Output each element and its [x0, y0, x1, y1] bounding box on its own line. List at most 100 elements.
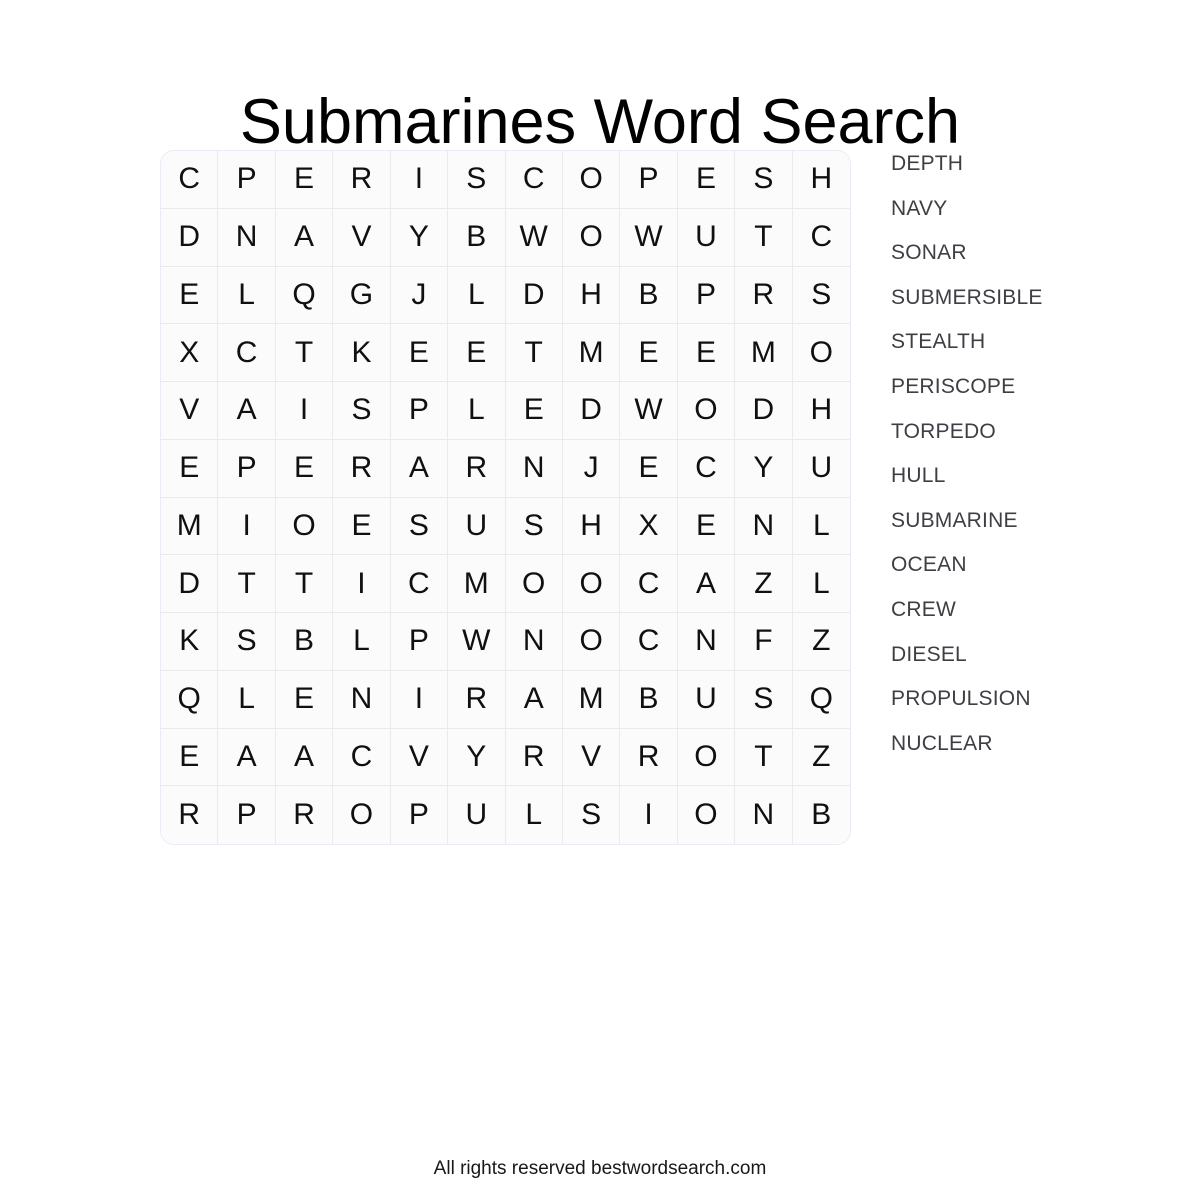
- grid-cell[interactable]: M: [161, 497, 219, 556]
- grid-cell[interactable]: R: [161, 786, 219, 844]
- grid-cell[interactable]: B: [620, 670, 678, 729]
- grid-cell[interactable]: U: [677, 670, 736, 729]
- word-list-item[interactable]: HULL: [891, 464, 1171, 509]
- grid-cell[interactable]: I: [390, 151, 449, 209]
- grid-cell[interactable]: P: [218, 439, 276, 498]
- grid-cell[interactable]: W: [620, 208, 678, 267]
- grid-cell[interactable]: E: [448, 324, 506, 382]
- grid-cell[interactable]: E: [677, 324, 736, 382]
- grid-cell[interactable]: L: [792, 555, 850, 613]
- grid-cell[interactable]: E: [620, 439, 678, 498]
- grid-cell[interactable]: M: [562, 670, 621, 729]
- grid-cell[interactable]: R: [735, 266, 793, 325]
- grid-cell[interactable]: R: [620, 728, 678, 787]
- grid-cell[interactable]: P: [390, 382, 449, 440]
- grid-cell[interactable]: A: [275, 728, 334, 787]
- grid-cell[interactable]: M: [562, 324, 621, 382]
- word-list-item[interactable]: SONAR: [891, 241, 1171, 286]
- grid-cell[interactable]: C: [792, 208, 850, 267]
- grid-cell[interactable]: N: [677, 613, 736, 671]
- grid-cell[interactable]: Y: [448, 728, 506, 787]
- grid-cell[interactable]: P: [390, 613, 449, 671]
- grid-cell[interactable]: A: [505, 670, 563, 729]
- grid-cell[interactable]: O: [677, 382, 736, 440]
- grid-cell[interactable]: B: [792, 786, 850, 844]
- grid-cell[interactable]: C: [677, 439, 736, 498]
- grid-cell[interactable]: G: [333, 266, 391, 325]
- grid-cell[interactable]: C: [161, 151, 219, 209]
- grid-cell[interactable]: J: [390, 266, 449, 325]
- grid-cell[interactable]: E: [161, 439, 219, 498]
- grid-cell[interactable]: L: [792, 497, 850, 556]
- grid-cell[interactable]: L: [333, 613, 391, 671]
- grid-cell[interactable]: T: [735, 208, 793, 267]
- word-list-item[interactable]: NAVY: [891, 197, 1171, 242]
- grid-cell[interactable]: L: [448, 382, 506, 440]
- grid-cell[interactable]: I: [390, 670, 449, 729]
- grid-cell[interactable]: R: [275, 786, 334, 844]
- grid-cell[interactable]: O: [505, 555, 563, 613]
- grid-cell[interactable]: A: [218, 382, 276, 440]
- grid-cell[interactable]: H: [792, 382, 850, 440]
- word-list-item[interactable]: PERISCOPE: [891, 375, 1171, 420]
- grid-cell[interactable]: S: [333, 382, 391, 440]
- grid-cell[interactable]: N: [505, 613, 563, 671]
- grid-cell[interactable]: P: [390, 786, 449, 844]
- grid-cell[interactable]: W: [620, 382, 678, 440]
- grid-cell[interactable]: V: [390, 728, 449, 787]
- grid-cell[interactable]: E: [390, 324, 449, 382]
- grid-cell[interactable]: C: [620, 613, 678, 671]
- grid-cell[interactable]: O: [562, 151, 621, 209]
- grid-cell[interactable]: O: [562, 208, 621, 267]
- grid-cell[interactable]: M: [448, 555, 506, 613]
- grid-cell[interactable]: S: [792, 266, 850, 325]
- word-list-item[interactable]: PROPULSION: [891, 687, 1171, 732]
- grid-cell[interactable]: E: [275, 439, 334, 498]
- grid-cell[interactable]: H: [562, 497, 621, 556]
- grid-cell[interactable]: S: [562, 786, 621, 844]
- grid-cell[interactable]: L: [505, 786, 563, 844]
- grid-cell[interactable]: J: [562, 439, 621, 498]
- grid-cell[interactable]: O: [562, 555, 621, 613]
- grid-cell[interactable]: S: [735, 670, 793, 729]
- grid-cell[interactable]: O: [677, 728, 736, 787]
- word-list-item[interactable]: SUBMARINE: [891, 509, 1171, 554]
- grid-cell[interactable]: U: [448, 497, 506, 556]
- grid-cell[interactable]: V: [333, 208, 391, 267]
- grid-cell[interactable]: E: [677, 497, 736, 556]
- word-list-item[interactable]: DEPTH: [891, 152, 1171, 197]
- grid-cell[interactable]: U: [792, 439, 850, 498]
- word-list-item[interactable]: NUCLEAR: [891, 732, 1171, 777]
- grid-cell[interactable]: Z: [792, 728, 850, 787]
- word-list-item[interactable]: OCEAN: [891, 553, 1171, 598]
- grid-cell[interactable]: H: [562, 266, 621, 325]
- grid-cell[interactable]: A: [677, 555, 736, 613]
- grid-cell[interactable]: H: [792, 151, 850, 209]
- grid-cell[interactable]: P: [218, 786, 276, 844]
- grid-cell[interactable]: Z: [792, 613, 850, 671]
- grid-cell[interactable]: K: [161, 613, 219, 671]
- grid-cell[interactable]: E: [333, 497, 391, 556]
- grid-cell[interactable]: Q: [792, 670, 850, 729]
- grid-cell[interactable]: S: [735, 151, 793, 209]
- grid-cell[interactable]: C: [505, 151, 563, 209]
- grid-cell[interactable]: I: [218, 497, 276, 556]
- grid-cell[interactable]: R: [333, 151, 391, 209]
- grid-cell[interactable]: V: [161, 382, 219, 440]
- grid-cell[interactable]: R: [448, 670, 506, 729]
- grid-cell[interactable]: S: [448, 151, 506, 209]
- grid-cell[interactable]: N: [735, 786, 793, 844]
- grid-cell[interactable]: O: [333, 786, 391, 844]
- grid-cell[interactable]: I: [620, 786, 678, 844]
- grid-cell[interactable]: A: [275, 208, 334, 267]
- grid-cell[interactable]: X: [161, 324, 219, 382]
- grid-cell[interactable]: S: [218, 613, 276, 671]
- word-list-item[interactable]: SUBMERSIBLE: [891, 286, 1171, 331]
- grid-cell[interactable]: M: [735, 324, 793, 382]
- grid-cell[interactable]: T: [735, 728, 793, 787]
- grid-cell[interactable]: S: [505, 497, 563, 556]
- grid-cell[interactable]: O: [677, 786, 736, 844]
- grid-cell[interactable]: E: [505, 382, 563, 440]
- grid-cell[interactable]: A: [390, 439, 449, 498]
- grid-cell[interactable]: C: [218, 324, 276, 382]
